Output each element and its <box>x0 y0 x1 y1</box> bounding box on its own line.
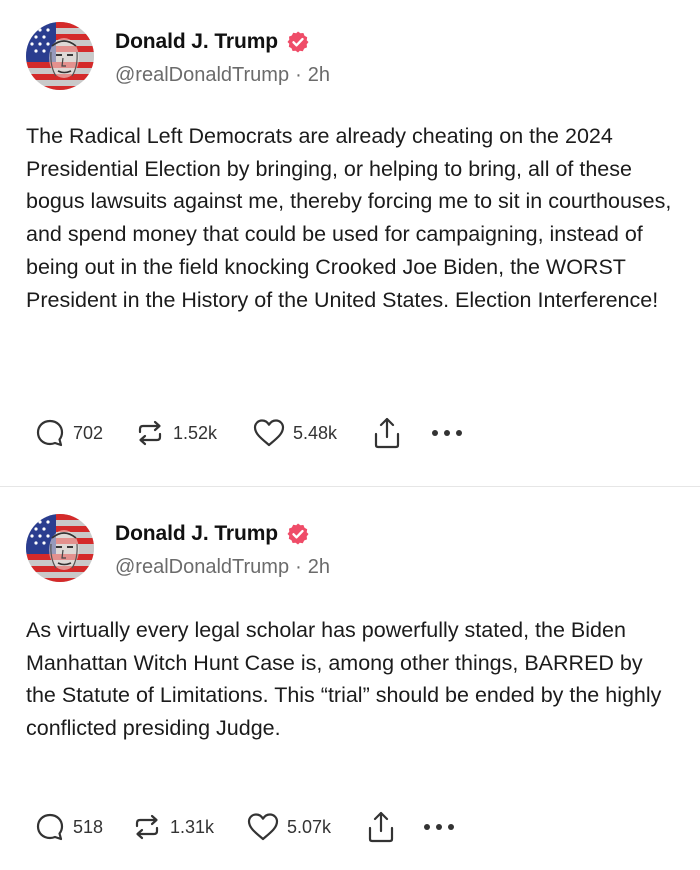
post-header: Donald J. Trump @realDonaldTrump · 2h <box>26 514 330 584</box>
post-actions: 702 1.52k 5.48k <box>34 416 470 450</box>
reply-count: 702 <box>73 422 104 443</box>
verified-badge-icon <box>286 522 310 546</box>
post-text: The Radical Left Democrats are already c… <box>26 124 672 312</box>
retruth-button[interactable]: 1.31k <box>131 810 246 844</box>
author-info: Donald J. Trump @realDonaldTrump · 2h <box>115 514 330 584</box>
share-icon <box>374 417 400 449</box>
author-info: Donald J. Trump @realDonaldTrump · 2h <box>115 22 330 92</box>
post-header: Donald J. Trump @realDonaldTrump · 2h <box>26 22 330 92</box>
post-timestamp[interactable]: 2h <box>308 64 330 87</box>
reply-button[interactable]: 518 <box>34 810 131 844</box>
flag-portrait-avatar-image <box>26 514 94 582</box>
post-actions: 518 1.31k 5.07k <box>34 810 462 844</box>
more-options-button[interactable] <box>430 416 470 450</box>
retruth-icon <box>138 420 162 446</box>
flag-portrait-avatar-image <box>26 22 94 90</box>
avatar[interactable] <box>26 22 94 90</box>
reply-count: 518 <box>73 816 104 837</box>
author-name[interactable]: Donald J. Trump <box>115 30 278 54</box>
retruth-count: 1.31k <box>170 816 215 837</box>
reply-icon <box>36 813 64 841</box>
author-meta: @realDonaldTrump · 2h <box>115 556 330 579</box>
share-button[interactable] <box>366 810 422 844</box>
meta-separator: · <box>295 556 302 578</box>
reply-button[interactable]: 702 <box>34 416 134 450</box>
verified-badge-icon <box>286 30 310 54</box>
author-meta: @realDonaldTrump · 2h <box>115 64 330 87</box>
feed: Donald J. Trump @realDonaldTrump · 2h Th… <box>0 0 700 870</box>
more-options-button[interactable] <box>422 810 462 844</box>
avatar[interactable] <box>26 514 94 582</box>
name-row: Donald J. Trump <box>115 28 330 56</box>
author-name[interactable]: Donald J. Trump <box>115 522 278 546</box>
post-text: As virtually every legal scholar has pow… <box>26 618 662 741</box>
name-row: Donald J. Trump <box>115 520 330 548</box>
like-button[interactable]: 5.07k <box>246 810 366 844</box>
meta-separator: · <box>295 64 302 86</box>
author-handle[interactable]: @realDonaldTrump <box>115 556 289 579</box>
more-icon <box>432 430 462 436</box>
retruth-count: 1.52k <box>173 422 218 443</box>
post-timestamp[interactable]: 2h <box>308 556 330 579</box>
like-heart-icon <box>253 419 285 447</box>
post[interactable]: Donald J. Trump @realDonaldTrump · 2h As… <box>0 488 700 870</box>
like-heart-icon <box>247 813 279 841</box>
share-button[interactable] <box>372 416 430 450</box>
more-icon <box>424 824 454 830</box>
reply-icon <box>36 419 64 447</box>
like-count: 5.48k <box>293 422 338 443</box>
post[interactable]: Donald J. Trump @realDonaldTrump · 2h Th… <box>0 0 700 487</box>
share-icon <box>368 811 394 843</box>
like-button[interactable]: 5.48k <box>252 416 372 450</box>
retruth-button[interactable]: 1.52k <box>134 416 252 450</box>
retruth-icon <box>135 814 159 840</box>
author-handle[interactable]: @realDonaldTrump <box>115 64 289 87</box>
like-count: 5.07k <box>287 816 332 837</box>
